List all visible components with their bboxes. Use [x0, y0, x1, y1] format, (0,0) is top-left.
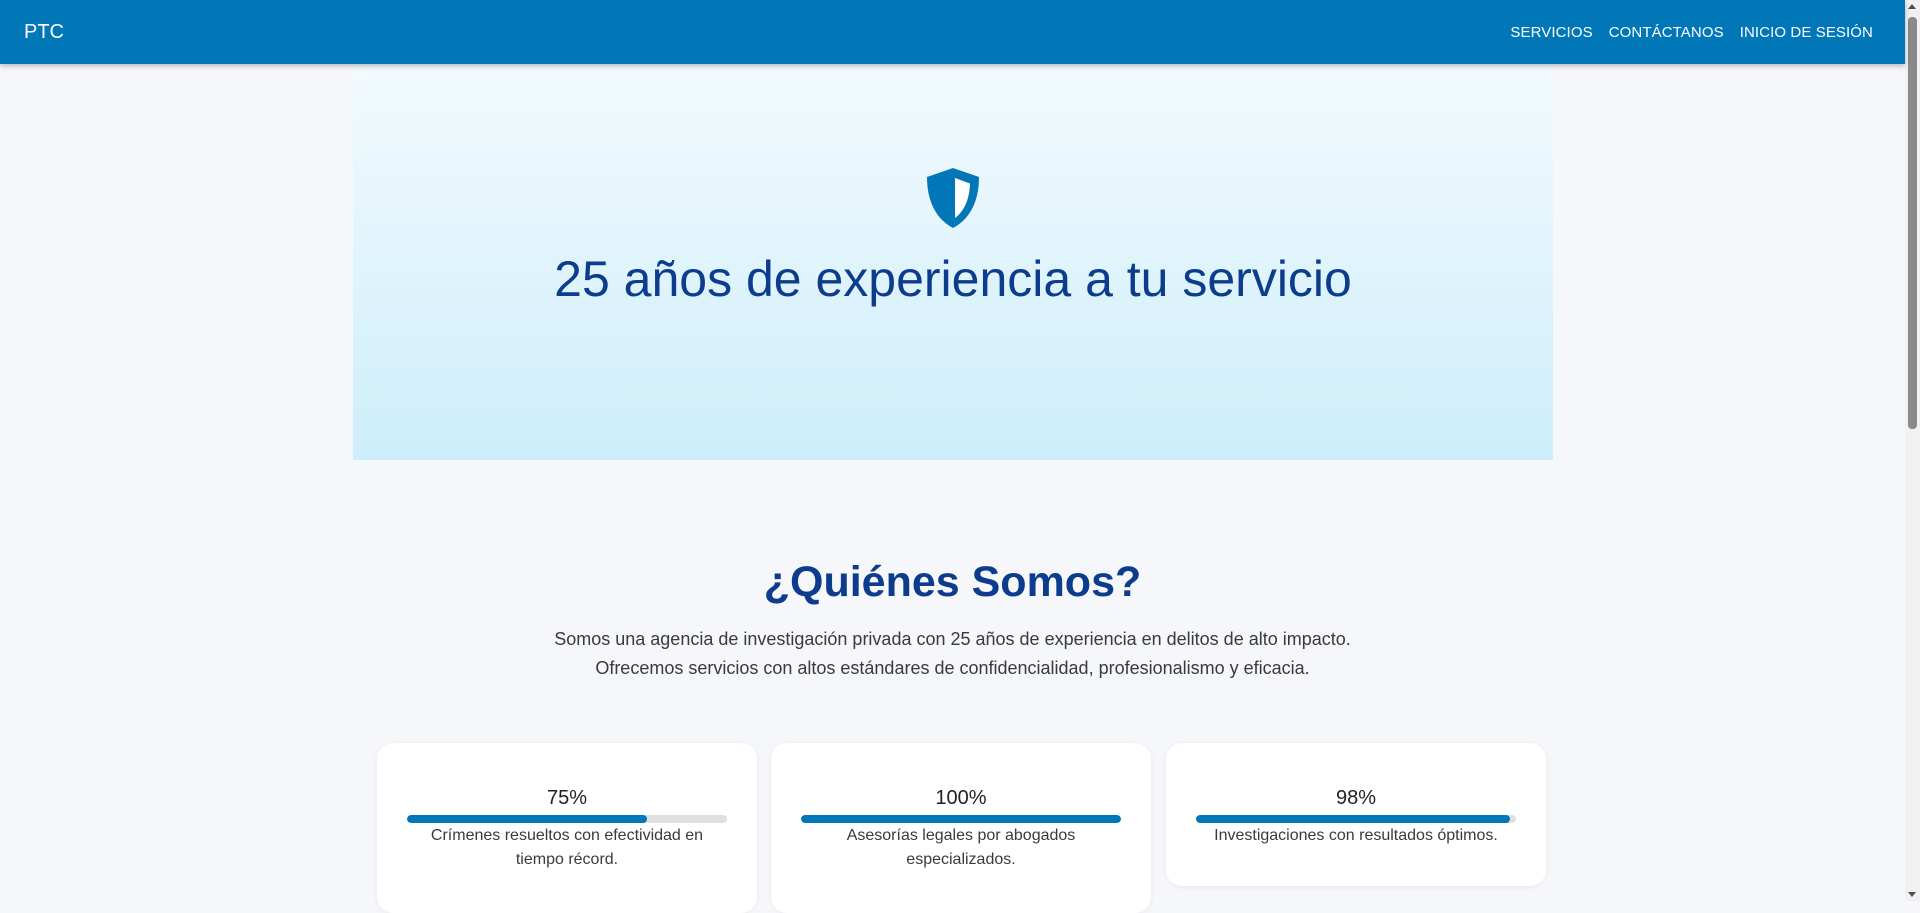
- about-line-2: Ofrecemos servicios con altos estándares…: [595, 658, 1310, 678]
- stat-value: 75%: [546, 787, 588, 809]
- nav-link-contactanos[interactable]: CONTÁCTANOS: [1609, 24, 1724, 41]
- stat-caption: Investigaciones con resultados óptimos.: [1214, 827, 1498, 844]
- scroll-thumb[interactable]: [1908, 17, 1917, 429]
- progress-bar: [801, 815, 1121, 823]
- stat-caption: Crímenes resueltos con efectividad en ti…: [430, 827, 704, 868]
- progress-bar: [407, 815, 727, 823]
- stat-card-investigaciones: 98% Investigaciones con resultados óptim…: [1166, 743, 1546, 886]
- stat-card-asesorias: 100% Asesorías legales por abogados espe…: [771, 743, 1151, 913]
- nav-link-servicios[interactable]: SERVICIOS: [1510, 24, 1592, 41]
- progress-fill: [407, 815, 647, 823]
- stat-value: 100%: [935, 787, 987, 809]
- scroll-up-arrow-icon[interactable]: [1908, 4, 1916, 9]
- stat-value: 98%: [1335, 787, 1377, 809]
- progress-fill: [1196, 815, 1510, 823]
- stat-card-crimenes: 75% Crímenes resueltos con efectividad e…: [377, 743, 757, 913]
- vertical-scrollbar[interactable]: [1905, 0, 1920, 901]
- scroll-down-arrow-icon[interactable]: [1908, 892, 1916, 897]
- nav-link-inicio-sesion[interactable]: INICIO DE SESIÓN: [1740, 24, 1873, 41]
- nav-links: SERVICIOS CONTÁCTANOS INICIO DE SESIÓN: [1494, 0, 1873, 64]
- about-description: Somos una agencia de investigación priva…: [0, 625, 1905, 683]
- top-navbar: PTC SERVICIOS CONTÁCTANOS INICIO DE SESI…: [0, 0, 1905, 64]
- hero-banner: 25 años de experiencia a tu servicio: [353, 64, 1553, 460]
- about-title: ¿Quiénes Somos?: [763, 558, 1142, 606]
- progress-fill: [801, 815, 1121, 823]
- shield-icon: [927, 168, 979, 228]
- stat-caption: Asesorías legales por abogados especiali…: [846, 827, 1076, 868]
- about-line-1: Somos una agencia de investigación priva…: [554, 629, 1351, 649]
- brand-logo[interactable]: PTC: [24, 0, 64, 64]
- progress-bar: [1196, 815, 1516, 823]
- hero-title: 25 años de experiencia a tu servicio: [554, 251, 1352, 307]
